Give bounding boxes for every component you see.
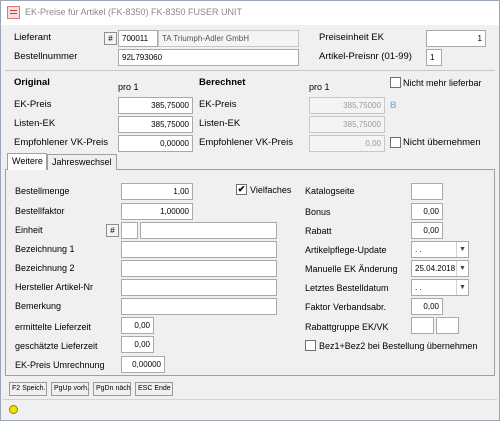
faktor-verbandsabr-field[interactable]: 0,00	[411, 298, 443, 315]
bestellfaktor-field[interactable]: 1,00000	[121, 203, 193, 220]
chevron-down-icon[interactable]: ▼	[456, 242, 468, 257]
tab-jahreswechsel[interactable]: Jahreswechsel	[47, 154, 117, 170]
bestellnummer-label: Bestellnummer	[14, 51, 78, 62]
bestellmenge-label: Bestellmenge	[15, 186, 70, 196]
geschaetzte-lieferzeit-label: geschätzte Lieferzeit	[15, 341, 98, 351]
listen-ek-field[interactable]: 385,75000	[118, 116, 193, 133]
nicht-uebernehmen-label: Nicht übernehmen	[403, 137, 481, 148]
ek-preis-field[interactable]: 385,75000	[118, 97, 193, 114]
ek-preise-window: EK-Preise für Artikel (FK-8350) FK-8350 …	[0, 0, 500, 421]
artikelpflege-update-date[interactable]: . . ▼	[411, 241, 469, 258]
berechnet-pro-label: pro 1	[309, 82, 330, 92]
hersteller-artikelnr-label: Hersteller Artikel-Nr	[15, 282, 94, 292]
ermittelte-lieferzeit-field[interactable]: 0,00	[121, 317, 154, 334]
vk-preis-calc-label: Empfohlener VK-Preis	[199, 137, 293, 148]
rabattgruppe-label: Rabattgruppe EK/VK	[305, 322, 389, 332]
ek-preis-umrechnung-label: EK-Preis Umrechnung	[15, 360, 105, 370]
preiseinheit-field[interactable]: 1	[426, 30, 486, 47]
hersteller-artikelnr-field[interactable]	[121, 279, 277, 296]
ek-preis-calc-label: EK-Preis	[199, 99, 237, 110]
chevron-down-icon[interactable]: ▼	[456, 280, 468, 295]
katalogseite-label: Katalogseite	[305, 186, 355, 196]
title-bar: EK-Preise für Artikel (FK-8350) FK-8350 …	[1, 1, 499, 25]
chevron-down-icon[interactable]: ▼	[456, 261, 468, 276]
app-icon	[7, 6, 20, 19]
status-indicator-icon	[9, 405, 18, 414]
lieferant-nr-field[interactable]: 700011	[118, 30, 158, 47]
einheit-name-field[interactable]	[140, 222, 277, 239]
manuelle-ek-aenderung-date[interactable]: 25.04.2018 ▼	[411, 260, 469, 277]
manuelle-ek-aenderung-label: Manuelle EK Änderung	[305, 264, 398, 274]
artikelpflege-update-label: Artikelpflege-Update	[305, 245, 387, 255]
bezeichnung1-field[interactable]	[121, 241, 277, 258]
save-button[interactable]: F2 Speich.	[9, 382, 47, 396]
ek-preis-calc-field: 385,75000	[309, 97, 385, 114]
lieferant-lookup-button[interactable]: #	[104, 32, 117, 45]
bestellmenge-field[interactable]: 1,00	[121, 183, 193, 200]
vielfaches-checkbox[interactable]: ✔	[236, 184, 247, 195]
berechnet-heading: Berechnet	[199, 77, 246, 88]
lieferant-name-field: TA Triumph-Adler GmbH	[158, 30, 299, 47]
artikelpflege-update-value: . .	[415, 245, 422, 254]
rabatt-label: Rabatt	[305, 226, 332, 236]
bezeichnung1-label: Bezeichnung 1	[15, 244, 75, 254]
bezeichnung2-field[interactable]	[121, 260, 277, 277]
ek-preis-umrechnung-field[interactable]: 0,00000	[121, 356, 165, 373]
letztes-bestelldatum-label: Letztes Bestelldatum	[305, 283, 389, 293]
letztes-bestelldatum-date[interactable]: . . ▼	[411, 279, 469, 296]
ek-preis-label: EK-Preis	[14, 99, 52, 110]
einheit-label: Einheit	[15, 225, 43, 235]
original-pro-label: pro 1	[118, 82, 139, 92]
listen-ek-calc-label: Listen-EK	[199, 118, 241, 129]
rabatt-field[interactable]: 0,00	[411, 222, 443, 239]
status-bar	[3, 399, 497, 419]
ermittelte-lieferzeit-label: ermittelte Lieferzeit	[15, 322, 92, 332]
einheit-lookup-button[interactable]: #	[106, 224, 119, 237]
bemerkung-label: Bemerkung	[15, 301, 62, 311]
original-heading: Original	[14, 77, 50, 88]
bestellfaktor-label: Bestellfaktor	[15, 206, 65, 216]
geschaetzte-lieferzeit-field[interactable]: 0,00	[121, 336, 154, 353]
close-button[interactable]: ESC Ende	[135, 382, 173, 396]
artikel-preisnr-field[interactable]: 1	[426, 49, 442, 66]
bez-uebernehmen-label: Bez1+Bez2 bei Bestellung übernehmen	[319, 341, 478, 351]
artikel-preisnr-label: Artikel-Preisnr (01-99)	[319, 51, 412, 62]
rabattgruppe-ek-field[interactable]	[411, 317, 434, 334]
faktor-verbandsabr-label: Faktor Verbandsabr.	[305, 302, 387, 312]
next-button[interactable]: PgDn näch	[93, 382, 131, 396]
vk-preis-label: Empfohlener VK-Preis	[14, 137, 108, 148]
preiseinheit-label: Preiseinheit EK	[319, 32, 384, 43]
vk-preis-field[interactable]: 0,00000	[118, 135, 193, 152]
nicht-uebernehmen-checkbox[interactable]	[390, 137, 401, 148]
bonus-label: Bonus	[305, 207, 331, 217]
vk-preis-calc-field: 0,00	[309, 135, 385, 152]
nicht-lieferbar-checkbox[interactable]	[390, 77, 401, 88]
b-marker: B	[390, 100, 397, 110]
listen-ek-label: Listen-EK	[14, 118, 56, 129]
previous-button[interactable]: PgUp vorh.	[51, 382, 89, 396]
bestellnummer-field[interactable]: 92L793060	[118, 49, 299, 66]
einheit-code-field[interactable]	[121, 222, 138, 239]
bemerkung-field[interactable]	[121, 298, 277, 315]
listen-ek-calc-field: 385,75000	[309, 116, 385, 133]
letztes-bestelldatum-value: . .	[415, 283, 422, 292]
katalogseite-field[interactable]	[411, 183, 443, 200]
bezeichnung2-label: Bezeichnung 2	[15, 263, 75, 273]
tab-weitere[interactable]: Weitere	[7, 153, 47, 170]
vielfaches-label: Vielfaches	[250, 185, 292, 195]
lieferant-label: Lieferant	[14, 32, 51, 43]
manuelle-ek-aenderung-value: 25.04.2018	[415, 264, 456, 273]
nicht-lieferbar-label: Nicht mehr lieferbar	[403, 78, 482, 88]
bonus-field[interactable]: 0,00	[411, 203, 443, 220]
window-title: EK-Preise für Artikel (FK-8350) FK-8350 …	[25, 7, 243, 17]
bez-uebernehmen-checkbox[interactable]	[305, 340, 316, 351]
rabattgruppe-vk-field[interactable]	[436, 317, 459, 334]
